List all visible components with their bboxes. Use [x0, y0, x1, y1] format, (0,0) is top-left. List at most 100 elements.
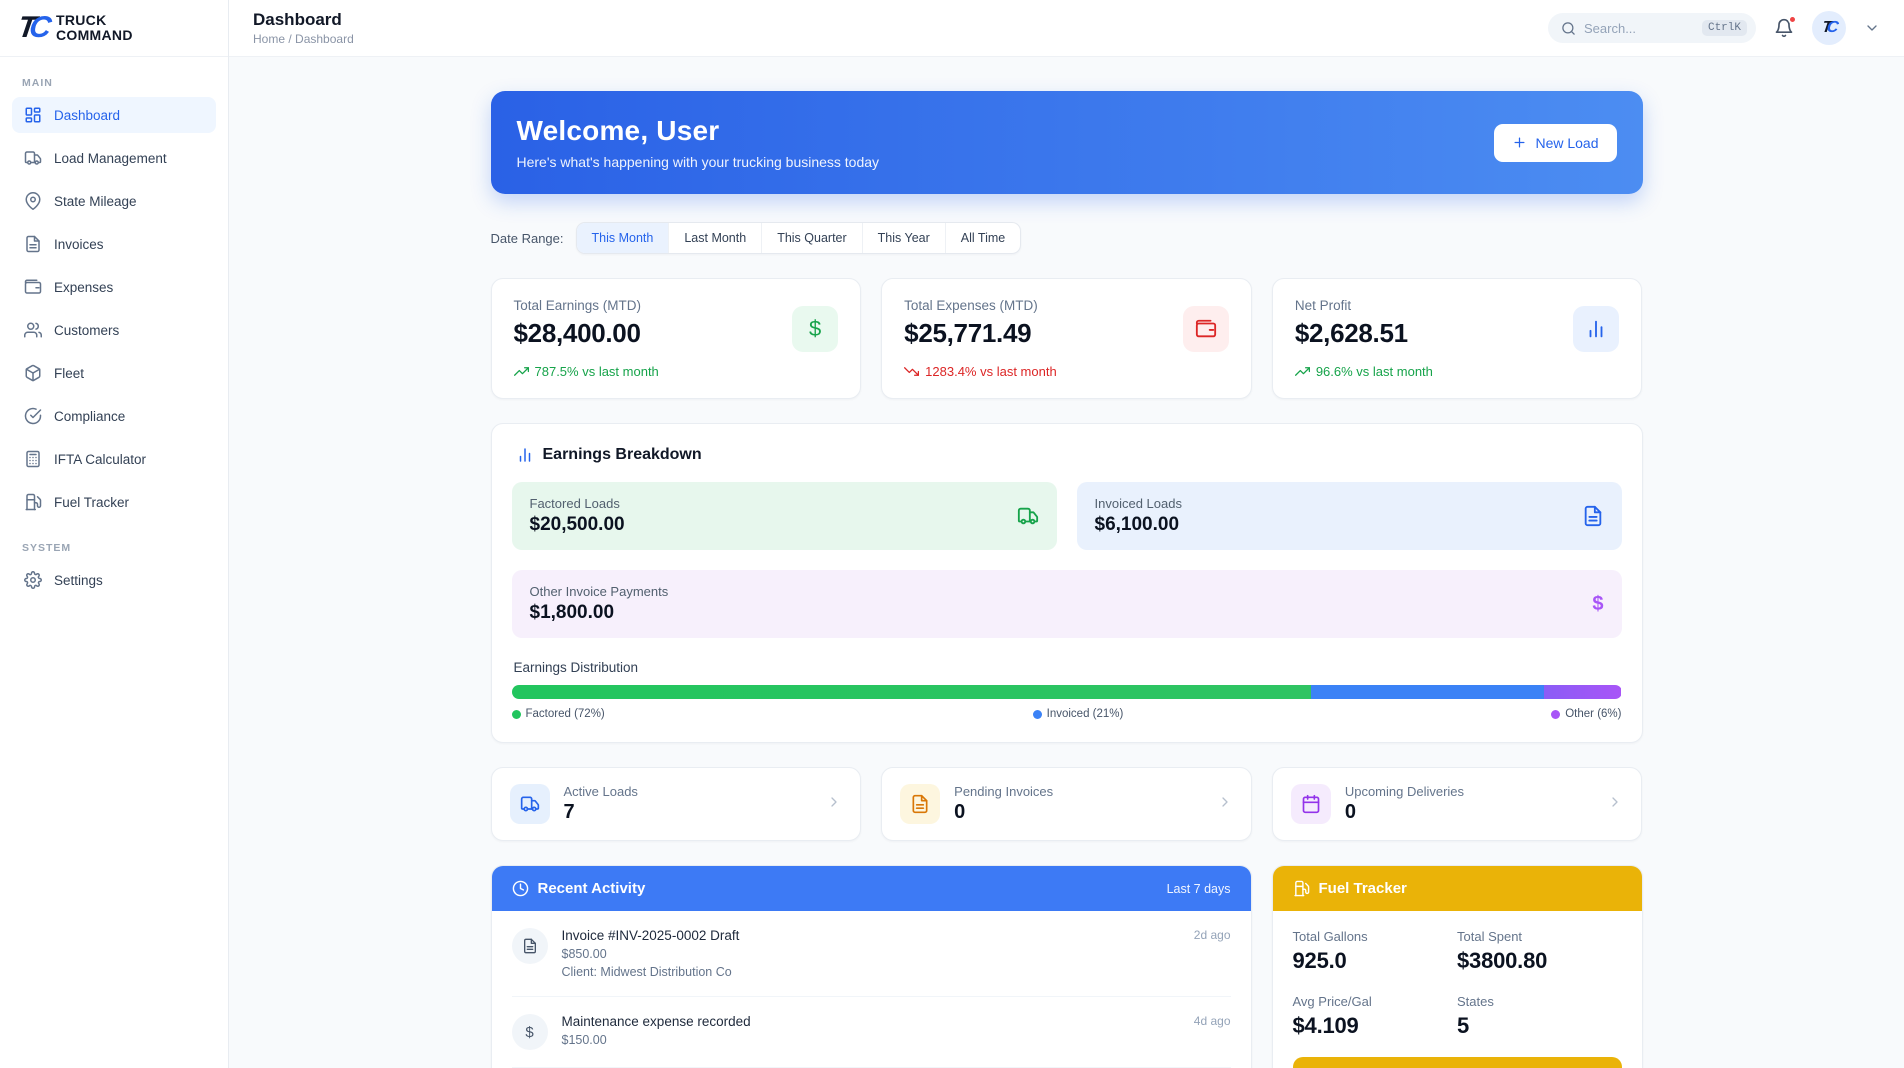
dollar-sign-icon: $ [1592, 593, 1603, 616]
map-pin-icon [24, 192, 42, 210]
sidebar-item-fuel-tracker[interactable]: Fuel Tracker [12, 484, 216, 520]
tile-label: Other Invoice Payments [530, 584, 669, 599]
date-option-last-month[interactable]: Last Month [669, 223, 762, 253]
tile-other-invoice-payments: Other Invoice Payments $1,800.00 $ [512, 570, 1622, 638]
tile-value: $6,100.00 [1095, 514, 1182, 536]
new-load-label: New Load [1535, 135, 1598, 151]
recent-activity-panel: Recent Activity Last 7 days Invoice #INV… [491, 865, 1252, 1068]
sidebar-item-dashboard[interactable]: Dashboard [12, 97, 216, 133]
quick-card-text: Upcoming Deliveries 0 [1345, 784, 1608, 824]
trending-down-icon [904, 364, 919, 379]
stats-row: Total Earnings (MTD) $28,400.00 787.5% v… [491, 278, 1643, 399]
new-load-button[interactable]: New Load [1494, 124, 1616, 162]
date-option-this-quarter[interactable]: This Quarter [762, 223, 862, 253]
topbar-left: Dashboard Home / Dashboard [253, 10, 354, 46]
chevron-right-icon [1217, 794, 1233, 815]
date-range-segmented-control: This Month Last Month This Quarter This … [576, 222, 1022, 254]
brand[interactable]: TC TRUCK COMMAND [0, 0, 228, 57]
sidebar-item-invoices[interactable]: Invoices [12, 226, 216, 262]
breadcrumb: Home / Dashboard [253, 32, 354, 46]
quick-value: 0 [954, 801, 1217, 824]
truck-icon [24, 149, 42, 167]
notification-dot [1788, 15, 1797, 24]
sidebar-item-settings[interactable]: Settings [12, 562, 216, 598]
legend-other: Other (6%) [1551, 708, 1621, 720]
chevron-right-icon [1607, 794, 1623, 815]
fuel-stat-total-spent: Total Spent $3800.80 [1457, 929, 1622, 974]
sidebar-item-label: Customers [54, 323, 119, 338]
legend-invoiced: Invoiced (21%) [1033, 708, 1124, 720]
date-range-label: Date Range: [491, 231, 564, 246]
fuel-stat-label: Total Gallons [1293, 929, 1458, 944]
nav-section-main: MAIN [12, 71, 216, 97]
truck-icon [1017, 505, 1039, 527]
breadcrumb-home[interactable]: Home [253, 32, 285, 46]
check-circle-icon [24, 407, 42, 425]
pending-invoices-card[interactable]: Pending Invoices 0 [881, 767, 1252, 841]
stat-value: $28,400.00 [514, 318, 839, 349]
sidebar-item-customers[interactable]: Customers [12, 312, 216, 348]
dollar-sign-icon: $ [512, 1014, 548, 1050]
date-option-this-year[interactable]: This Year [863, 223, 946, 253]
sidebar-item-label: Settings [54, 573, 103, 588]
add-fuel-purchase-button[interactable]: Add Fuel Purchase [1293, 1057, 1622, 1068]
tile-value: $20,500.00 [530, 514, 625, 536]
sidebar-item-label: Invoices [54, 237, 104, 252]
stat-value: $2,628.51 [1295, 318, 1620, 349]
file-text-icon [24, 235, 42, 253]
search-input[interactable]: Search... CtrlK [1548, 13, 1756, 43]
fuel-pump-icon [24, 493, 42, 511]
recent-activity-header: Recent Activity Last 7 days [492, 866, 1251, 911]
stat-label: Total Expenses (MTD) [904, 298, 1229, 313]
active-loads-card[interactable]: Active Loads 7 [491, 767, 862, 841]
users-icon [24, 321, 42, 339]
sidebar-item-ifta-calculator[interactable]: IFTA Calculator [12, 441, 216, 477]
clock-icon [512, 880, 529, 897]
sidebar-item-expenses[interactable]: Expenses [12, 269, 216, 305]
truck-icon [510, 784, 550, 824]
welcome-banner: Welcome, User Here's what's happening wi… [491, 91, 1643, 194]
sidebar-item-compliance[interactable]: Compliance [12, 398, 216, 434]
fuel-tracker-panel: Fuel Tracker Total Gallons 925.0 Total S… [1272, 865, 1643, 1068]
breadcrumb-current: Dashboard [295, 32, 354, 46]
trending-up-icon [514, 364, 529, 379]
fuel-tracker-header: Fuel Tracker [1273, 866, 1642, 911]
sidebar-item-fleet[interactable]: Fleet [12, 355, 216, 391]
fuel-stat-states: States 5 [1457, 994, 1622, 1039]
date-option-all-time[interactable]: All Time [946, 223, 1020, 253]
profile-menu-button[interactable] [1864, 20, 1880, 36]
brand-name: TRUCK COMMAND [56, 13, 133, 44]
quick-card-text: Pending Invoices 0 [954, 784, 1217, 824]
stat-value: $25,771.49 [904, 318, 1229, 349]
calculator-icon [24, 450, 42, 468]
fuel-stat-value: 925.0 [1293, 948, 1458, 974]
sidebar-item-state-mileage[interactable]: State Mileage [12, 183, 216, 219]
wallet-icon [1183, 306, 1229, 352]
upcoming-deliveries-card[interactable]: Upcoming Deliveries 0 [1272, 767, 1643, 841]
tile-factored-loads: Factored Loads $20,500.00 [512, 482, 1057, 550]
sidebar-item-label: IFTA Calculator [54, 452, 146, 467]
file-text-icon [900, 784, 940, 824]
sidebar-item-label: State Mileage [54, 194, 137, 209]
avatar[interactable]: TC [1812, 11, 1846, 45]
sidebar-item-load-management[interactable]: Load Management [12, 140, 216, 176]
activity-amount: $150.00 [562, 1033, 1180, 1047]
date-option-this-month[interactable]: This Month [577, 223, 670, 253]
topbar-right: Search... CtrlK TC [1548, 11, 1880, 45]
legend-factored: Factored (72%) [512, 708, 605, 720]
sidebar-item-label: Fleet [54, 366, 84, 381]
fuel-tracker-body: Total Gallons 925.0 Total Spent $3800.80… [1273, 911, 1642, 1068]
stat-change: 787.5% vs last month [514, 364, 839, 379]
fuel-stat-value: $3800.80 [1457, 948, 1622, 974]
chevron-down-icon [1864, 20, 1880, 36]
activity-item-invoice[interactable]: Invoice #INV-2025-0002 Draft $850.00 Cli… [512, 911, 1231, 997]
activity-time: 2d ago [1194, 928, 1231, 942]
fuel-stat-label: States [1457, 994, 1622, 1009]
activity-title: Maintenance expense recorded [562, 1014, 1180, 1029]
fuel-stats-grid: Total Gallons 925.0 Total Spent $3800.80… [1293, 929, 1622, 1039]
distribution-legend: Factored (72%) Invoiced (21%) Other (6%) [512, 708, 1622, 720]
activity-item-maintenance[interactable]: $ Maintenance expense recorded $150.00 4… [512, 997, 1231, 1068]
quick-label: Pending Invoices [954, 784, 1217, 799]
activity-body: Invoice #INV-2025-0002 Draft $850.00 Cli… [562, 928, 1180, 979]
notifications-button[interactable] [1774, 18, 1794, 38]
